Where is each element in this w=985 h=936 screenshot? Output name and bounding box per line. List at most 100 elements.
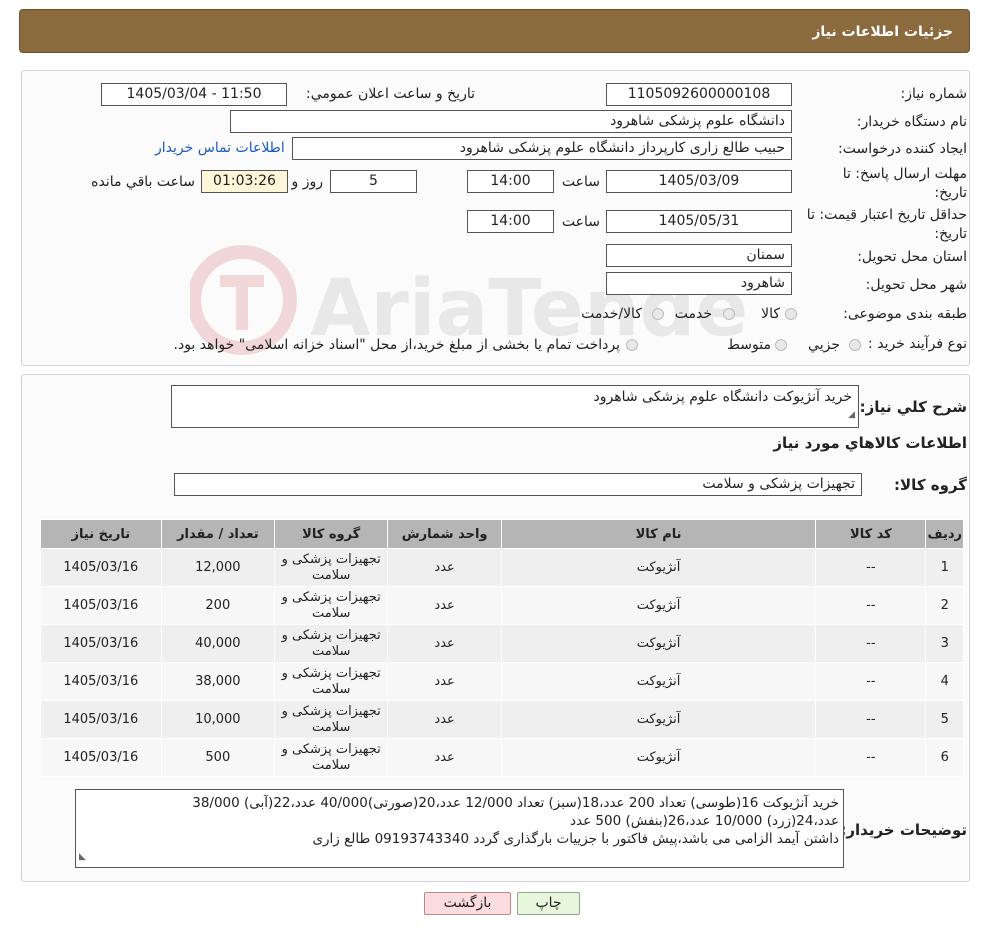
col-group: گروه کالا xyxy=(274,519,389,549)
process-option-medium: متوسط xyxy=(727,337,771,353)
deadline-label: مهلت ارسال پاسخ: تا تاریخ: xyxy=(842,166,967,201)
col-name: نام کالا xyxy=(500,519,817,549)
validity-time-field: 14:00 xyxy=(467,210,554,233)
process-label: نوع فرآیند خرید : xyxy=(868,336,967,352)
buyer-contact-link[interactable]: اطلاعات تماس خریدار xyxy=(155,140,285,156)
col-unit: واحد شمارش xyxy=(387,519,502,549)
cell-unit: عدد xyxy=(387,662,502,701)
back-button[interactable]: بازگشت xyxy=(424,892,511,915)
cell-qty: 12,000 xyxy=(160,548,276,587)
need-number-label: شماره نیاز: xyxy=(900,86,968,102)
buyer-field: دانشگاه علوم پزشکی شاهرود xyxy=(230,110,792,133)
group-label: گروه کالا: xyxy=(894,476,967,494)
city-label: شهر محل تحویل: xyxy=(865,277,967,293)
announce-label: تاریخ و ساعت اعلان عمومي: xyxy=(306,86,475,102)
category-option-goods: کالا xyxy=(761,306,780,322)
creator-label: ایجاد کننده درخواست: xyxy=(838,141,967,157)
summary-label: شرح کلي نياز: xyxy=(859,398,967,416)
cell-row: 4 xyxy=(925,662,964,701)
province-label: استان محل تحویل: xyxy=(857,249,967,265)
cell-group: تجهیزات پزشکی و سلامت xyxy=(274,700,389,739)
cell-group: تجهیزات پزشکی و سلامت xyxy=(274,624,389,663)
cell-group: تجهیزات پزشکی و سلامت xyxy=(274,738,389,777)
table-row: 5 -- آنژیوکت عدد تجهیزات پزشکی و سلامت 1… xyxy=(40,700,964,739)
process-radio-medium[interactable] xyxy=(775,339,787,351)
cell-row: 2 xyxy=(925,586,964,625)
category-radio-service[interactable] xyxy=(723,308,735,320)
col-row: رديف xyxy=(925,519,964,549)
validity-date-field: 1405/05/31 xyxy=(606,210,792,233)
cell-code: -- xyxy=(815,548,927,587)
cell-qty: 38,000 xyxy=(160,662,276,701)
process-radio-minor[interactable] xyxy=(849,339,861,351)
cell-group: تجهیزات پزشکی و سلامت xyxy=(274,548,389,587)
cell-code: -- xyxy=(815,738,927,777)
page-title: جزئیات اطلاعات نیاز xyxy=(812,24,953,40)
need-number-field: 1105092600000108 xyxy=(606,83,792,106)
col-code: کد کالا xyxy=(815,519,927,549)
remaining-label: ساعت باقي مانده xyxy=(91,174,195,190)
remaining-time-field: 01:03:26 xyxy=(201,170,288,193)
category-option-service: خدمت xyxy=(674,306,712,322)
print-button[interactable]: چاپ xyxy=(517,892,580,915)
group-field: تجهیزات پزشکی و سلامت xyxy=(174,473,862,496)
category-label: طبقه بندی موضوعی: xyxy=(843,306,967,322)
cell-date: 1405/03/16 xyxy=(40,662,162,701)
summary-textarea[interactable]: خرید آنژیوکت دانشگاه علوم پزشکی شاهرود ◢ xyxy=(171,385,859,428)
page-header: جزئیات اطلاعات نیاز xyxy=(19,9,970,53)
city-field: شاهرود xyxy=(606,272,792,295)
resize-handle-icon[interactable]: ◣ xyxy=(79,848,86,866)
cell-row: 6 xyxy=(925,738,964,777)
cell-name: آنژیوکت xyxy=(500,586,817,625)
buyer-notes-line: خرید آنژیوکت 16(طوسی) تعداد 200 عدد،18(س… xyxy=(192,795,839,811)
buyer-notes-line: عدد،24(زرد) 10/000 عدد،26(بنفش) 500 عدد xyxy=(569,813,839,829)
cell-code: -- xyxy=(815,662,927,701)
cell-code: -- xyxy=(815,586,927,625)
creator-field: حبیب طالع زاری کارپرداز دانشگاه علوم پزش… xyxy=(292,137,792,160)
table-row: 1 -- آنژیوکت عدد تجهیزات پزشکی و سلامت 1… xyxy=(40,548,964,587)
process-radio-treasury[interactable] xyxy=(626,339,638,351)
cell-name: آنژیوکت xyxy=(500,624,817,663)
process-note: پرداخت تمام یا بخشی از مبلغ خرید،از محل … xyxy=(173,337,620,353)
cell-name: آنژیوکت xyxy=(500,662,817,701)
cell-unit: عدد xyxy=(387,548,502,587)
cell-row: 5 xyxy=(925,700,964,739)
goods-info-title: اطلاعات کالاهاي مورد نياز xyxy=(773,434,967,452)
buyer-notes-textarea[interactable]: خرید آنژیوکت 16(طوسی) تعداد 200 عدد،18(س… xyxy=(75,789,844,868)
category-option-goods-service: کالا/خدمت xyxy=(581,306,642,322)
table-header-row: رديف کد کالا نام کالا واحد شمارش گروه کا… xyxy=(40,519,964,549)
validity-label: حداقل تاریخ اعتبار قیمت: تا تاریخ: xyxy=(806,207,967,242)
resize-handle-icon[interactable]: ◢ xyxy=(848,404,855,426)
deadline-time-field: 14:00 xyxy=(467,170,554,193)
table-row: 3 -- آنژیوکت عدد تجهیزات پزشکی و سلامت 4… xyxy=(40,624,964,663)
deadline-time-label: ساعت xyxy=(561,174,600,190)
cell-code: -- xyxy=(815,700,927,739)
cell-qty: 10,000 xyxy=(160,700,276,739)
table-row: 4 -- آنژیوکت عدد تجهیزات پزشکی و سلامت 3… xyxy=(40,662,964,701)
cell-qty: 200 xyxy=(160,586,276,625)
cell-unit: عدد xyxy=(387,700,502,739)
cell-unit: عدد xyxy=(387,586,502,625)
days-label: روز و xyxy=(291,174,324,190)
cell-date: 1405/03/16 xyxy=(40,700,162,739)
cell-date: 1405/03/16 xyxy=(40,624,162,663)
category-radio-goods[interactable] xyxy=(785,308,797,320)
table-row: 6 -- آنژیوکت عدد تجهیزات پزشکی و سلامت 5… xyxy=(40,738,964,777)
cell-date: 1405/03/16 xyxy=(40,586,162,625)
cell-date: 1405/03/16 xyxy=(40,548,162,587)
cell-date: 1405/03/16 xyxy=(40,738,162,777)
cell-row: 3 xyxy=(925,624,964,663)
cell-name: آنژیوکت xyxy=(500,548,817,587)
announce-datetime-field: 1405/03/04 - 11:50 xyxy=(101,83,287,106)
col-qty: تعداد / مقدار xyxy=(160,519,276,549)
cell-qty: 40,000 xyxy=(160,624,276,663)
days-field: 5 xyxy=(330,170,417,193)
cell-code: -- xyxy=(815,624,927,663)
buyer-notes-line: داشتن آیمد الزامی می باشد،پیش فاکتور با … xyxy=(312,831,839,847)
process-option-minor: جزيي xyxy=(808,337,840,353)
province-field: سمنان xyxy=(606,244,792,267)
cell-name: آنژیوکت xyxy=(500,700,817,739)
goods-table: رديف کد کالا نام کالا واحد شمارش گروه کا… xyxy=(40,519,964,777)
cell-name: آنژیوکت xyxy=(500,738,817,777)
category-radio-goods-service[interactable] xyxy=(652,308,664,320)
